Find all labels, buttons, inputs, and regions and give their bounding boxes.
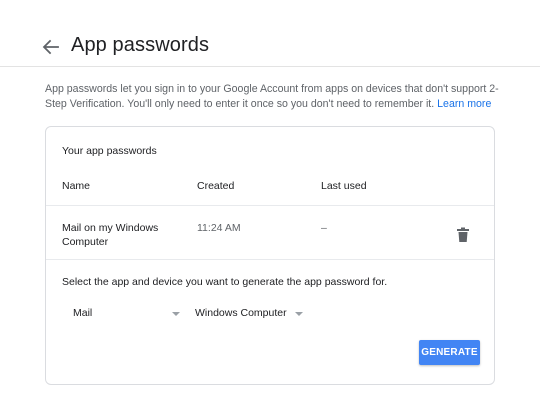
row-name: Mail on my Windows Computer [62, 222, 159, 248]
app-select[interactable]: Mail [73, 304, 183, 324]
device-select[interactable]: Windows Computer [195, 304, 305, 324]
card-title: Your app passwords [62, 145, 157, 157]
chevron-down-icon [295, 312, 303, 316]
intro-description: App passwords let you sign in to your Go… [45, 83, 499, 110]
app-select-value: Mail [73, 307, 93, 319]
trash-icon[interactable] [456, 227, 470, 243]
column-header-created: Created [197, 180, 235, 192]
row-created: 11:24 AM [197, 222, 241, 234]
page-header: App passwords [0, 0, 540, 67]
intro-text: App passwords let you sign in to your Go… [45, 82, 505, 112]
generate-prompt: Select the app and device you want to ge… [62, 276, 388, 288]
learn-more-link[interactable]: Learn more [437, 98, 491, 110]
page-title: App passwords [71, 34, 210, 56]
column-header-last-used: Last used [321, 180, 367, 192]
divider [46, 259, 494, 260]
app-passwords-card: Your app passwords Name Created Last use… [45, 126, 495, 385]
chevron-down-icon [172, 312, 180, 316]
device-select-value: Windows Computer [195, 307, 287, 319]
row-last-used: – [321, 222, 327, 234]
back-arrow-icon[interactable] [40, 37, 62, 57]
divider [46, 205, 494, 206]
column-header-name: Name [62, 180, 91, 192]
generate-button[interactable]: GENERATE [419, 340, 480, 365]
